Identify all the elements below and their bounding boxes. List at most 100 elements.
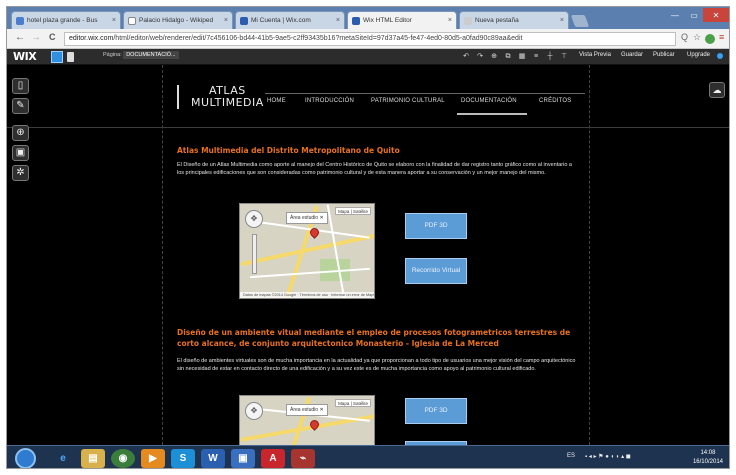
browser-tab-wikipedia[interactable]: Palacio Hidalgo - Wikiped × bbox=[123, 11, 233, 29]
map-info-window: Área estudio ✕ bbox=[286, 212, 328, 224]
map-pan-control[interactable]: ✥ bbox=[245, 402, 263, 420]
upgrade-button[interactable]: Upgrade bbox=[687, 52, 710, 58]
pages-tool-icon[interactable]: ▯ bbox=[12, 78, 29, 94]
browser-tab-wix-editor[interactable]: Wix HTML Editor × bbox=[347, 11, 457, 29]
page-gutter-left bbox=[162, 65, 163, 445]
screenshot-frame: hotel plaza grande - Bus × Palacio Hidal… bbox=[6, 6, 730, 469]
map-type-toggle[interactable]: Mapa | Satélite bbox=[335, 207, 371, 215]
section2-heading: Diseño de un ambiente vitual mediante el… bbox=[177, 328, 571, 348]
map-type-toggle[interactable]: Mapa | Satélite bbox=[335, 399, 371, 407]
copy-icon[interactable]: ⧉ bbox=[503, 52, 513, 62]
preview-button[interactable]: Vista Previa bbox=[579, 52, 611, 58]
map-pan-control[interactable]: ✥ bbox=[245, 210, 263, 228]
add-tool-icon[interactable]: ⊕ bbox=[12, 125, 29, 141]
minimize-icon[interactable]: — bbox=[665, 8, 685, 22]
media-player-icon[interactable]: ▶ bbox=[141, 449, 165, 468]
system-tray-icons[interactable]: ▪ ◂ ▸ ⚑ ● ◖ ◗ ▴ ◼ bbox=[585, 453, 631, 460]
wix-logo: WIX bbox=[13, 50, 37, 63]
clock-time: 14:08 bbox=[700, 450, 716, 456]
skype-icon[interactable]: S bbox=[171, 449, 195, 468]
desktop-view-icon[interactable] bbox=[51, 51, 63, 63]
tab-close-icon[interactable]: × bbox=[445, 17, 452, 24]
acrobat-icon[interactable]: A bbox=[261, 449, 285, 468]
forward-icon[interactable]: → bbox=[31, 32, 41, 43]
taskbar-clock[interactable]: 14:08 16/10/2014 bbox=[693, 449, 723, 467]
menu-active-indicator bbox=[457, 113, 527, 115]
virtual-tour-button[interactable]: Recorrido Virtual bbox=[405, 258, 467, 284]
align-icon[interactable]: ≡ bbox=[531, 52, 541, 62]
page-selector[interactable]: Página: DOCUMENTACIÓ... bbox=[103, 51, 179, 59]
redo-icon[interactable]: ↷ bbox=[475, 52, 485, 62]
windows-taskbar: e ▤ ◉ ▶ S W ▣ A ⌁ ES ▪ ◂ ▸ ⚑ ● ◖ ◗ ▴ ◼ 1… bbox=[7, 445, 729, 468]
tab-label: Wix HTML Editor bbox=[363, 17, 412, 24]
browser-toolbar: ← → C editor.wix.com/html/editor/web/ren… bbox=[7, 29, 729, 49]
menu-item-home[interactable]: HOME bbox=[267, 98, 286, 104]
zoom-icon[interactable]: ⊕ bbox=[489, 52, 499, 62]
google-favicon-icon bbox=[16, 16, 24, 25]
ruler-icon[interactable]: ┼ bbox=[545, 52, 555, 62]
toolbar-toggle-icon[interactable]: ⊤ bbox=[559, 52, 569, 62]
page-selector-label: Página: bbox=[103, 52, 122, 58]
settings-gear-icon[interactable]: ✲ bbox=[12, 165, 29, 181]
file-explorer-icon[interactable]: ▤ bbox=[81, 449, 105, 468]
section2-map[interactable]: ✥ Área estudio ✕ Mapa | Satélite bbox=[239, 395, 375, 445]
tab-label: Palacio Hidalgo - Wikiped bbox=[139, 17, 214, 24]
pdf-3d-button[interactable]: PDF 3D bbox=[405, 213, 467, 239]
app-window-icon[interactable]: ▣ bbox=[231, 449, 255, 468]
url-host: editor.wix.com bbox=[69, 35, 114, 42]
tab-label: hotel plaza grande - Bus bbox=[27, 17, 98, 24]
map-street bbox=[250, 267, 370, 279]
pdf-3d-button-2[interactable]: PDF 3D bbox=[405, 398, 467, 424]
reload-icon[interactable]: C bbox=[49, 32, 56, 42]
tab-close-icon[interactable]: × bbox=[109, 17, 116, 24]
tab-close-icon[interactable]: × bbox=[557, 17, 564, 24]
map-zoom-slider[interactable] bbox=[252, 234, 257, 274]
app-market-icon[interactable]: ▣ bbox=[12, 145, 29, 161]
site-logo-line2: MULTIMEDIA bbox=[191, 96, 264, 109]
save-button[interactable]: Guardar bbox=[621, 52, 643, 58]
menu-item-introduccion[interactable]: INTRODUCCIÓN bbox=[305, 98, 354, 104]
page-selector-value: DOCUMENTACIÓ... bbox=[123, 51, 179, 59]
windows-start-icon[interactable] bbox=[15, 448, 36, 468]
menu-item-patrimonio[interactable]: PATRIMONIO CULTURAL bbox=[371, 98, 445, 104]
map-attribution: Datos de mapas ©2014 Google · Términos d… bbox=[240, 292, 374, 298]
undo-icon[interactable]: ↶ bbox=[461, 52, 471, 62]
map-info-window: Área estudio ✕ bbox=[286, 404, 328, 416]
window-close-icon[interactable]: ✕ bbox=[703, 8, 729, 22]
header-divider bbox=[7, 127, 729, 128]
site-logo[interactable]: ATLAS MULTIMEDIA bbox=[177, 85, 264, 109]
tool-app-icon[interactable]: ⌁ bbox=[291, 449, 315, 468]
browser-tab-new[interactable]: Nueva pestaña × bbox=[459, 11, 569, 29]
mobile-view-icon[interactable] bbox=[67, 52, 74, 62]
tab-close-icon[interactable]: × bbox=[221, 17, 228, 24]
grid-icon[interactable]: ▦ bbox=[517, 52, 527, 62]
menu-item-documentacion[interactable]: DOCUMENTACIÓN bbox=[461, 98, 517, 104]
back-icon[interactable]: ← bbox=[15, 32, 25, 43]
browser-tab-hotel[interactable]: hotel plaza grande - Bus × bbox=[11, 11, 121, 29]
chrome-taskbar-icon[interactable]: ◉ bbox=[111, 449, 135, 468]
maximize-icon[interactable]: ▭ bbox=[685, 8, 703, 22]
tab-close-icon[interactable]: × bbox=[333, 17, 340, 24]
editor-canvas[interactable]: ▯ ✎ ⊕ ▣ ✲ ☁ ATLAS MULTIMEDIA HOME INTROD… bbox=[7, 65, 729, 445]
search-icon[interactable]: Q bbox=[681, 32, 688, 42]
new-tab-button[interactable] bbox=[570, 15, 590, 27]
menu-item-creditos[interactable]: CRÉDITOS bbox=[539, 98, 572, 104]
clock-date: 16/10/2014 bbox=[692, 459, 723, 465]
chrome-menu-icon[interactable]: ≡ bbox=[719, 32, 724, 42]
bookmark-star-icon[interactable]: ☆ bbox=[693, 32, 701, 43]
wix-favicon-icon bbox=[240, 16, 248, 25]
extension-icon[interactable] bbox=[705, 34, 715, 44]
section1-map[interactable]: ✥ Área estudio ✕ Mapa | Satélite Datos d… bbox=[239, 203, 375, 299]
chat-help-icon[interactable]: ☁ bbox=[709, 82, 725, 98]
language-indicator[interactable]: ES bbox=[567, 453, 575, 459]
url-path: /html/editor/web/renderer/edit/7c456106-… bbox=[113, 35, 523, 42]
address-bar[interactable]: editor.wix.com/html/editor/web/renderer/… bbox=[64, 32, 676, 46]
internet-explorer-icon[interactable]: e bbox=[51, 449, 75, 468]
page-gutter-right bbox=[589, 65, 590, 445]
help-icon[interactable] bbox=[717, 53, 723, 59]
publish-button[interactable]: Publicar bbox=[653, 52, 675, 58]
word-icon[interactable]: W bbox=[201, 449, 225, 468]
design-tool-icon[interactable]: ✎ bbox=[12, 98, 29, 114]
browser-tab-wix-account[interactable]: Mi Cuenta | Wix.com × bbox=[235, 11, 345, 29]
wix-favicon-icon bbox=[352, 16, 360, 25]
